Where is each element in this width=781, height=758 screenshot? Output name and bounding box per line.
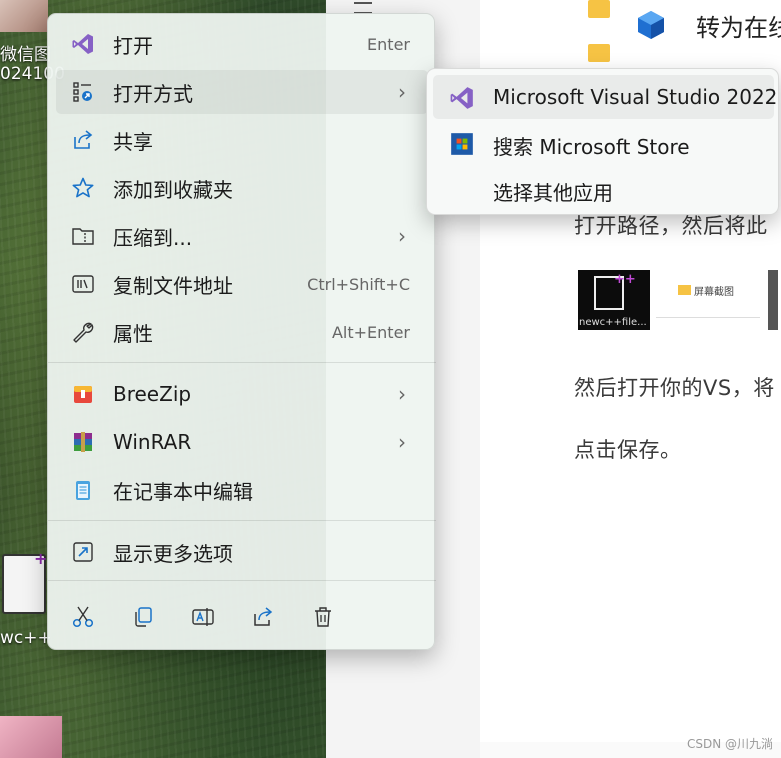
submenu-item-choose-other-app[interactable]: 选择其他应用 <box>433 167 774 211</box>
article-paragraph: 点击保存。 <box>574 438 682 462</box>
menu-item-edit-in-notepad[interactable]: 在记事本中编辑 <box>56 468 428 512</box>
rename-icon <box>192 608 214 626</box>
delete-icon <box>315 607 331 627</box>
chevron-right-icon: › <box>398 224 406 248</box>
menu-separator <box>48 580 436 581</box>
menu-item-compress[interactable]: 压缩到... › <box>56 214 428 258</box>
menu-item-label: 添加到收藏夹 <box>113 177 233 202</box>
more-options-icon <box>70 539 96 565</box>
plus-icon: ++ <box>614 272 636 287</box>
menu-item-shortcut: Alt+Enter <box>331 322 410 342</box>
menu-item-properties[interactable]: 属性 Alt+Enter <box>56 310 428 354</box>
chevron-right-icon: › <box>398 382 406 406</box>
menu-item-winrar[interactable]: WinRAR › <box>56 420 428 464</box>
menu-item-label: WinRAR <box>113 430 192 454</box>
desktop-image-thumbnail[interactable] <box>0 0 48 32</box>
share-icon <box>254 607 273 626</box>
folder-icon <box>588 0 610 18</box>
menu-separator <box>48 362 436 363</box>
cut-icon <box>72 606 94 628</box>
menu-item-label: 显示更多选项 <box>113 541 233 566</box>
share-icon <box>70 127 96 153</box>
delete-button[interactable] <box>308 602 338 632</box>
menu-item-label: 打开方式 <box>113 81 193 106</box>
copy-button[interactable] <box>128 602 158 632</box>
chevron-right-icon: › <box>398 430 406 454</box>
microsoft-store-icon <box>451 133 473 155</box>
image-caption: newc++file... <box>579 317 647 328</box>
menu-item-open[interactable]: 打开 Enter <box>56 22 428 66</box>
menu-item-shortcut: Enter <box>367 34 410 54</box>
menu-item-add-to-favorites[interactable]: 添加到收藏夹 <box>56 166 428 210</box>
share-button[interactable] <box>248 602 278 632</box>
article-image[interactable]: ++ newc++file... <box>578 270 650 330</box>
copy-icon <box>135 607 152 627</box>
open-with-submenu: Microsoft Visual Studio 2022 搜索 Microsof… <box>426 68 779 215</box>
winrar-icon <box>70 429 96 455</box>
article-paragraph: 然后打开你的VS，将 <box>574 376 775 400</box>
plus-icon: + <box>34 549 48 568</box>
submenu-item-label: Microsoft Visual Studio 2022 <box>493 85 778 109</box>
menu-item-label: 属性 <box>113 321 153 346</box>
menu-item-show-more-options[interactable]: 显示更多选项 <box>56 530 428 574</box>
menu-item-label: BreeZip <box>113 382 192 406</box>
menu-item-label: 压缩到... <box>113 225 193 250</box>
desktop-item-label: wc++ <box>0 628 52 648</box>
visual-studio-icon <box>70 31 96 57</box>
submenu-item-label: 选择其他应用 <box>493 181 613 205</box>
folder-icon <box>678 285 691 295</box>
submenu-item-search-store[interactable]: 搜索 Microsoft Store <box>433 121 774 165</box>
menu-separator <box>48 520 436 521</box>
watermark: CSDN @川九淌 <box>686 737 773 751</box>
star-icon <box>70 175 96 201</box>
article-image[interactable]: 屏幕截图 <box>656 270 760 318</box>
article-image[interactable] <box>768 270 778 330</box>
menu-item-label: 复制文件地址 <box>113 273 233 298</box>
menu-item-share[interactable]: 共享 <box>56 118 428 162</box>
copy-path-icon <box>70 271 96 297</box>
menu-item-copy-path[interactable]: 复制文件地址 Ctrl+Shift+C <box>56 262 428 306</box>
notepad-icon <box>70 477 96 503</box>
cube-icon <box>638 11 664 39</box>
rename-button[interactable] <box>188 602 218 632</box>
visual-studio-icon <box>450 87 473 109</box>
menu-item-open-with[interactable]: 打开方式 › <box>56 70 428 114</box>
submenu-item-label: 搜索 Microsoft Store <box>493 135 690 159</box>
desktop-image-thumbnail[interactable] <box>0 716 62 758</box>
menu-item-label: 共享 <box>113 129 153 154</box>
context-menu: 打开 Enter 打开方式 › 共享 添加到收藏夹 压缩到... › 复制文件地… <box>47 13 436 650</box>
breezip-icon <box>70 381 96 407</box>
open-with-icon <box>70 79 96 105</box>
cut-button[interactable] <box>68 602 98 632</box>
folder-icon <box>588 44 610 62</box>
zip-folder-icon <box>70 223 96 249</box>
menu-item-shortcut: Ctrl+Shift+C <box>307 274 410 294</box>
chevron-right-icon: › <box>398 80 406 104</box>
convert-heading: 转为在线 <box>696 14 781 42</box>
desktop-item-label: 微信图 <box>0 45 51 65</box>
submenu-item-visual-studio[interactable]: Microsoft Visual Studio 2022 <box>433 75 778 119</box>
menu-item-label: 打开 <box>113 33 153 58</box>
image-caption: 屏幕截图 <box>694 287 734 298</box>
menu-item-breezip[interactable]: BreeZip › <box>56 372 428 416</box>
wrench-icon <box>70 319 96 345</box>
menu-toolbar <box>56 594 428 640</box>
menu-item-label: 在记事本中编辑 <box>113 479 253 504</box>
